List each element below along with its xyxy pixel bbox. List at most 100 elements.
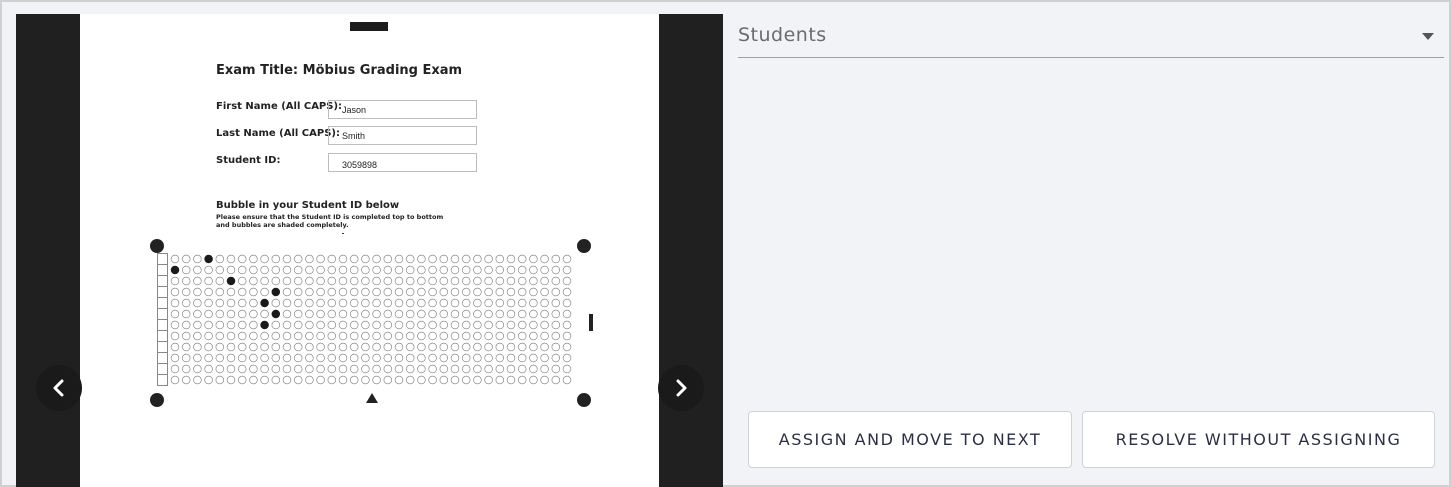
empty-bubble — [562, 375, 572, 385]
empty-bubble — [450, 287, 460, 297]
empty-bubble — [282, 353, 292, 363]
filled-bubble — [170, 265, 180, 275]
previous-image-button[interactable] — [36, 365, 82, 411]
students-dropdown-label: Students — [738, 24, 827, 46]
empty-bubble — [181, 353, 191, 363]
empty-bubble — [338, 309, 348, 319]
empty-bubble — [372, 309, 381, 319]
empty-bubble — [562, 353, 572, 363]
resolve-without-assigning-button[interactable]: RESOLVE WITHOUT ASSIGNING — [1082, 411, 1435, 468]
empty-bubble — [181, 342, 191, 352]
empty-bubble — [383, 375, 393, 385]
empty-bubble — [540, 298, 549, 308]
empty-bubble — [372, 342, 381, 352]
empty-bubble — [450, 331, 460, 341]
filled-bubble — [271, 309, 281, 319]
empty-bubble — [540, 364, 549, 374]
next-image-button[interactable] — [658, 365, 704, 411]
empty-bubble — [428, 309, 437, 319]
empty-bubble — [237, 298, 247, 308]
empty-bubble — [551, 287, 561, 297]
empty-bubble — [529, 353, 538, 363]
app-frame: Exam Title: Möbius Grading Exam First Na… — [0, 0, 1451, 487]
bubble-grid — [170, 254, 572, 385]
empty-bubble — [193, 298, 202, 308]
empty-bubble — [249, 309, 258, 319]
students-dropdown[interactable]: Students — [738, 18, 1444, 58]
empty-bubble — [249, 254, 258, 264]
empty-bubble — [271, 298, 281, 308]
empty-bubble — [338, 342, 348, 352]
empty-bubble — [349, 287, 359, 297]
empty-bubble — [461, 298, 471, 308]
empty-bubble — [271, 353, 281, 363]
empty-bubble — [170, 309, 180, 319]
empty-bubble — [439, 364, 449, 374]
empty-bubble — [305, 353, 314, 363]
empty-bubble — [204, 287, 213, 297]
first-name-label: First Name (All CAPS): — [216, 101, 343, 112]
empty-bubble — [473, 320, 482, 330]
filled-bubble — [226, 276, 236, 286]
empty-bubble — [349, 375, 359, 385]
assign-and-move-next-button[interactable]: ASSIGN AND MOVE TO NEXT — [748, 411, 1072, 468]
empty-bubble — [551, 298, 561, 308]
empty-bubble — [282, 298, 292, 308]
empty-bubble — [204, 375, 213, 385]
last-name-value: Smith — [328, 126, 477, 145]
empty-bubble — [417, 254, 426, 264]
empty-bubble — [562, 342, 572, 352]
empty-bubble — [439, 309, 449, 319]
empty-bubble — [428, 331, 437, 341]
empty-bubble — [338, 364, 348, 374]
empty-bubble — [361, 364, 370, 374]
scanned-sheet: Exam Title: Möbius Grading Exam First Na… — [80, 14, 659, 487]
empty-bubble — [473, 364, 482, 374]
empty-bubble — [193, 353, 202, 363]
empty-bubble — [562, 309, 572, 319]
empty-bubble — [517, 287, 527, 297]
empty-bubble — [439, 265, 449, 275]
empty-bubble — [495, 353, 505, 363]
empty-bubble — [237, 320, 247, 330]
empty-bubble — [461, 331, 471, 341]
empty-bubble — [461, 364, 471, 374]
empty-bubble — [305, 309, 314, 319]
empty-bubble — [495, 364, 505, 374]
empty-bubble — [293, 364, 303, 374]
empty-bubble — [260, 309, 269, 319]
empty-bubble — [450, 265, 460, 275]
empty-bubble — [204, 331, 213, 341]
empty-bubble — [405, 287, 415, 297]
empty-bubble — [349, 298, 359, 308]
empty-bubble — [226, 254, 236, 264]
empty-bubble — [506, 353, 516, 363]
empty-bubble — [428, 298, 437, 308]
empty-bubble — [361, 375, 370, 385]
empty-bubble — [361, 320, 370, 330]
empty-bubble — [461, 353, 471, 363]
empty-bubble — [237, 276, 247, 286]
empty-bubble — [226, 364, 236, 374]
empty-bubble — [293, 331, 303, 341]
empty-bubble — [282, 320, 292, 330]
empty-bubble — [260, 265, 269, 275]
empty-bubble — [484, 353, 493, 363]
empty-bubble — [249, 364, 258, 374]
empty-bubble — [361, 298, 370, 308]
empty-bubble — [473, 342, 482, 352]
empty-bubble — [316, 320, 325, 330]
empty-bubble — [506, 331, 516, 341]
empty-bubble — [383, 276, 393, 286]
empty-bubble — [540, 353, 549, 363]
empty-bubble — [517, 375, 527, 385]
empty-bubble — [473, 309, 482, 319]
empty-bubble — [428, 276, 437, 286]
empty-bubble — [226, 287, 236, 297]
alignment-mark — [350, 22, 388, 31]
empty-bubble — [506, 265, 516, 275]
empty-bubble — [170, 353, 180, 363]
exam-title: Exam Title: Möbius Grading Exam — [216, 63, 463, 78]
empty-bubble — [271, 375, 281, 385]
empty-bubble — [428, 287, 437, 297]
